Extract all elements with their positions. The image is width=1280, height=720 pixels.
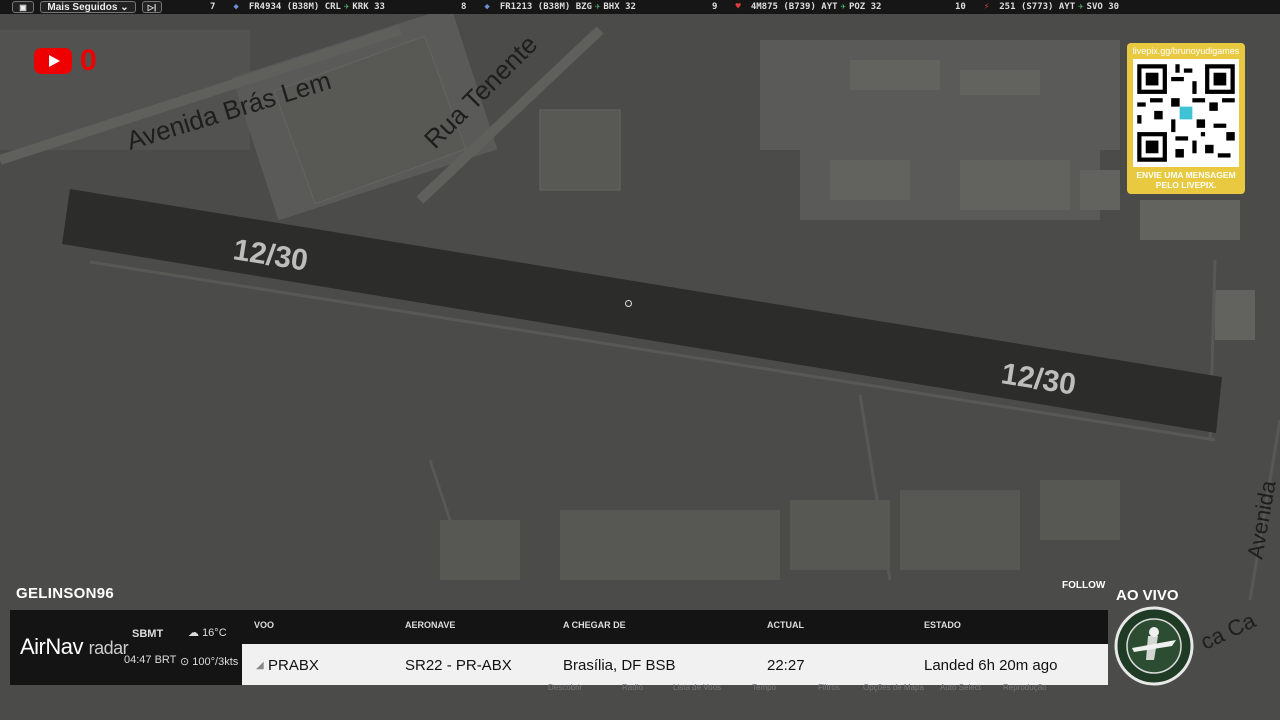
airnav-flight-panel: AirNav radar SBMT 04:47 BRT ☁ 16°C ⊙ 100… [10, 610, 1108, 685]
column-header-aircraft: AERONAVE [405, 620, 456, 630]
top-ticker-bar: ▣ Mais Seguidos ⌄ ▷| 7 ◆ FR4934 (B38M) C… [0, 0, 1280, 14]
airnav-logo: AirNav radar [20, 634, 129, 659]
ticker-item[interactable]: 7 ◆ FR4934 (B38M) CRL ✈ KRK 33 [210, 1, 385, 13]
weather-wind: ⊙ 100°/3kts [180, 656, 239, 668]
ticker-item[interactable]: 9 ♥ 4M875 (B739) AYT ✈ POZ 32 [712, 1, 881, 13]
live-label: AO VIVO [1116, 587, 1179, 604]
plane-arrow-icon: ✈ [1078, 2, 1084, 12]
aircraft-type: SR22 - PR-ABX [405, 657, 512, 674]
ticker-item[interactable]: 10 ⚡ 251 (S773) AYT ✈ SVO 30 [955, 1, 1119, 13]
cloud-icon: ☁ [188, 627, 199, 639]
ticker-rank: 10 [955, 2, 966, 12]
airline-icon: ◆ [484, 2, 490, 12]
skip-icon: ▷| [147, 2, 157, 12]
menu-flight-list[interactable]: Lista de Voos [673, 683, 721, 692]
ticker-rank: 9 [712, 2, 718, 12]
flight-callsign: PRABX [268, 657, 319, 674]
column-header-status: ESTADO [924, 620, 961, 630]
airport-code: SBMT [132, 628, 164, 640]
aircraft-marker-icon[interactable] [625, 300, 632, 307]
plane-arrow-icon: ✈ [594, 2, 601, 12]
wind-icon: ⊙ [180, 656, 190, 668]
airline-heart-icon: ♥ [735, 2, 741, 12]
menu-map-options[interactable]: Opções de Mapa [863, 683, 924, 692]
livepix-url: livepix.gg/brunoyudigames [1132, 46, 1240, 56]
youtube-count: 0 [80, 44, 97, 77]
plane-arrow-icon: ✈ [840, 2, 846, 12]
menu-weather[interactable]: Tempo [752, 683, 776, 692]
column-header-actual: ACTUAL [767, 620, 804, 630]
local-time: 04:47 BRT [124, 654, 177, 666]
ticker-rank: 8 [461, 2, 467, 12]
origin: Brasília, DF BSB [563, 657, 676, 674]
weather-temp: ☁ 16°C [188, 627, 227, 639]
youtube-counter: 0 [34, 44, 97, 78]
ticker-text: 4M875 (B739) AYT [750, 2, 838, 12]
layers-icon: ▣ [19, 2, 27, 12]
flight-status: Landed 6h 20m ago [924, 657, 1058, 674]
plane-icon: ◢ [256, 660, 264, 671]
youtube-icon [34, 48, 72, 74]
column-header-from: A CHEGAR DE [563, 620, 626, 630]
ticker-dest: KRK 33 [352, 2, 385, 12]
streamer-username: GELINSON96 [16, 585, 115, 602]
layers-button[interactable]: ▣ [12, 1, 34, 13]
ticker-item[interactable]: 8 ◆ FR1213 (B38M) BZG ✈ BHX 32 [461, 1, 636, 13]
ticker-rank: 7 [210, 2, 216, 12]
airline-icon: ⚡ [983, 2, 990, 12]
qr-code-icon [1133, 59, 1239, 167]
ticker-dest: POZ 32 [848, 2, 882, 12]
flight-row[interactable]: ◢ PRABX SR22 - PR-ABX Brasília, DF BSB 2… [242, 644, 1108, 685]
follow-button[interactable]: FOLLOW [1062, 580, 1105, 591]
menu-radio[interactable]: Radio [622, 683, 643, 692]
menu-discover[interactable]: Descobrir [548, 683, 582, 692]
skip-button[interactable]: ▷| [142, 1, 162, 13]
actual-time: 22:27 [767, 657, 805, 674]
plane-arrow-icon: ✈ [343, 2, 350, 12]
menu-filters[interactable]: Filtros [818, 683, 840, 692]
menu-auto-select[interactable]: Auto Select [940, 683, 981, 692]
airline-icon: ◆ [233, 2, 239, 12]
ticker-text: FR4934 (B38M) CRL [248, 2, 341, 12]
livepix-qr-card: livepix.gg/brunoyudigames ENVIE UMA MENS… [1127, 43, 1245, 194]
column-header-flight: VOO [254, 620, 275, 630]
ticker-text: 251 (S773) AYT [999, 2, 1076, 12]
filter-dropdown[interactable]: Mais Seguidos ⌄ [40, 1, 136, 13]
menu-playback[interactable]: Reprodução [1003, 683, 1047, 692]
ticker-dest: BHX 32 [603, 2, 636, 12]
livepix-message: ENVIE UMA MENSAGEM PELO LIVEPIX. [1136, 170, 1236, 190]
channel-badge-icon [1114, 606, 1194, 686]
ticker-dest: SVO 30 [1086, 2, 1120, 12]
ticker-text: FR1213 (B38M) BZG [499, 2, 592, 12]
